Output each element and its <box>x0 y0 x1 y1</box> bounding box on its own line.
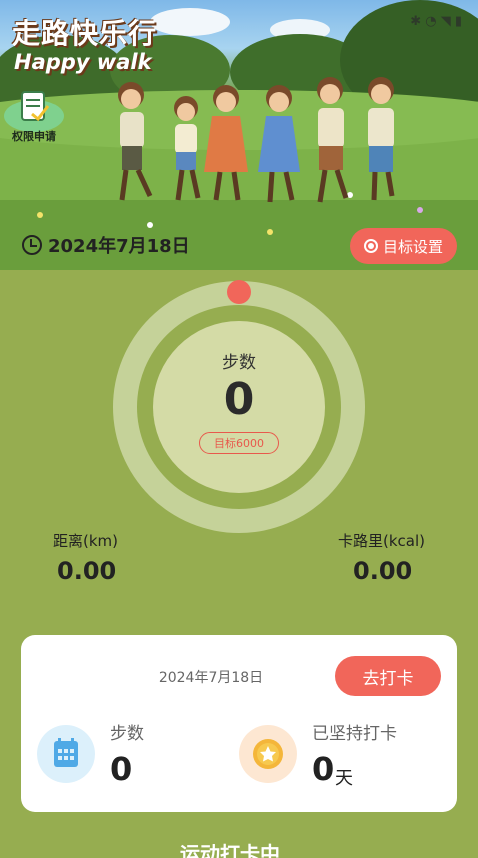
steps-label: 步数 <box>222 353 256 373</box>
calories-value: 0.00 <box>353 557 413 585</box>
app-title: 走路快乐行 <box>12 17 158 50</box>
distance-value: 0.00 <box>57 557 117 585</box>
hero-banner: 走路快乐行 Happy walk ✱ ◔ ◥ ▮ 权限申请 2024年7月18日… <box>0 0 478 270</box>
calories-label: 卡路里(kcal) <box>338 532 425 550</box>
calendar-icon <box>37 725 95 783</box>
goal-settings-button[interactable]: 目标设置 <box>350 228 457 264</box>
checkin-button[interactable]: 去打卡 <box>335 656 441 696</box>
card-steps-label: 步数 <box>110 724 144 744</box>
permission-request-label: 权限申请 <box>12 130 56 143</box>
checkin-card: 2024年7月18日 去打卡 步数 0 已坚持打卡 0 天 <box>21 635 457 812</box>
date-display: 2024年7月18日 <box>22 232 190 258</box>
checkin-date: 2024年7月18日 <box>158 670 264 686</box>
card-steps-value: 0 <box>110 750 133 788</box>
steps-value: 0 <box>223 374 255 425</box>
section-heading-peek: 运动打卡中 <box>180 842 280 858</box>
streak-unit: 天 <box>335 768 353 789</box>
app-subtitle: Happy walk <box>14 50 152 74</box>
streak-value: 0 <box>312 750 335 788</box>
goal-settings-label: 目标设置 <box>382 237 443 256</box>
permission-request-button[interactable]: 权限申请 <box>2 88 66 148</box>
clock-icon <box>22 235 42 255</box>
medal-icon <box>239 725 297 783</box>
gear-icon <box>363 239 378 253</box>
streak-label: 已坚持打卡 <box>312 724 397 744</box>
distance-label: 距离(km) <box>53 532 119 550</box>
current-date: 2024年7月18日 <box>48 236 190 257</box>
status-icons: ✱ ◔ ◥ ▮ <box>410 14 462 29</box>
progress-indicator-dot <box>227 280 251 304</box>
target-badge: 目标6000 <box>199 432 279 454</box>
